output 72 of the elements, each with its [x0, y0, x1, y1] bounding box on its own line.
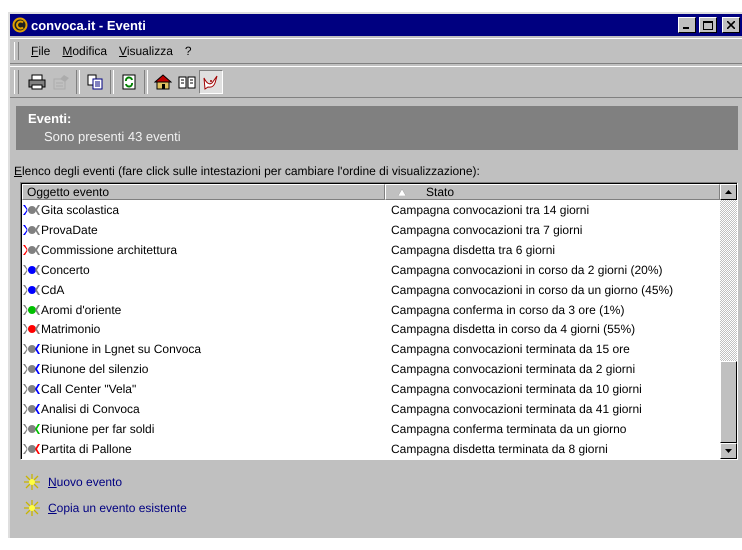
scroll-up-button[interactable]	[720, 184, 737, 200]
menu-item[interactable]: Modifica	[56, 44, 114, 58]
event-name[interactable]: ProvaDate	[41, 222, 98, 237]
event-name[interactable]: CdA	[41, 282, 64, 297]
status-marker-icon	[23, 244, 41, 255]
action-link[interactable]: Copia un evento esistente	[48, 501, 187, 515]
event-name[interactable]: Commissione architettura	[41, 242, 178, 257]
event-name[interactable]: Aromi d'oriente	[41, 302, 122, 317]
column-header[interactable]: Stato	[385, 184, 720, 200]
toolbar-button[interactable]	[199, 70, 223, 94]
event-status: Campagna disdetta tra 6 giorni	[390, 242, 556, 257]
event-status: Campagna disdetta in corso da 4 giorni (55%)	[390, 322, 636, 336]
event-name[interactable]: Partita di Pallone	[41, 442, 132, 456]
status-marker-icon	[23, 304, 41, 315]
event-status: Campagna conferma in corso da 3 ore (1%)	[390, 302, 626, 317]
status-marker-icon	[23, 224, 41, 235]
menu-item[interactable]: File	[25, 44, 56, 58]
event-status: Campagna convocazioni tra 7 giorni	[390, 222, 584, 237]
event-name[interactable]: Riunione per far soldi	[41, 422, 154, 436]
menu-item[interactable]: Visualizza	[113, 44, 179, 58]
event-status: Campagna convocazioni terminata da 15 ore	[390, 342, 631, 356]
menu-item[interactable]: ?	[178, 44, 198, 58]
scroll-thumb[interactable]	[720, 361, 737, 443]
scroll-down-button[interactable]	[720, 443, 737, 459]
status-marker-icon	[23, 324, 41, 334]
status-marker-icon	[23, 284, 41, 295]
event-status: Campagna convocazioni terminata da 2 giorni	[390, 362, 636, 376]
event-name[interactable]: Riunone del silenzio	[41, 362, 148, 376]
event-name[interactable]: Gita scolastica	[41, 202, 120, 217]
event-name[interactable]: Concerto	[41, 262, 90, 277]
event-status: Campagna convocazioni terminata da 41 giorni	[390, 402, 643, 416]
house-icon	[154, 74, 172, 90]
action-link[interactable]: Nuovo evento	[48, 475, 122, 489]
status-marker-icon	[23, 384, 41, 394]
app-logo-icon	[12, 17, 28, 33]
header-title: Eventi:	[28, 111, 72, 126]
sort-arrow-icon	[398, 188, 406, 196]
close-button[interactable]	[722, 17, 740, 33]
sparkle-icon	[24, 500, 40, 516]
maximize-button[interactable]	[699, 17, 717, 33]
status-marker-icon	[23, 364, 41, 374]
event-status: Campagna disdetta terminata da 8 giorni	[390, 442, 609, 456]
event-status: Campagna conferma terminata da un giorno	[390, 422, 628, 436]
event-status: Campagna convocazioni in corso da un giorno (45%)	[390, 282, 674, 297]
status-marker-icon	[23, 204, 41, 215]
status-marker-icon	[23, 424, 41, 434]
book-icon	[178, 74, 196, 90]
refresh-icon	[121, 74, 137, 90]
event-name[interactable]: Matrimonio	[41, 322, 100, 336]
column-header[interactable]: Oggetto evento	[22, 184, 385, 200]
event-status: Campagna convocazioni terminata da 10 giorni	[390, 382, 643, 396]
event-name[interactable]: Call Center "Vela"	[41, 382, 136, 396]
status-marker-icon	[23, 264, 41, 275]
copy-icon	[87, 74, 103, 90]
printer-icon	[28, 74, 46, 90]
window-title: convoca.it - Eventi	[31, 18, 147, 32]
status-marker-icon	[23, 444, 41, 454]
header-subtitle: Sono presenti 43 eventi	[43, 129, 182, 144]
minimize-button[interactable]	[678, 17, 696, 33]
list-label: Elenco degli eventi (fare click sulle intestazioni per cambiare l'ordine di visualizzazione):	[14, 164, 481, 178]
close-icon	[727, 21, 735, 29]
up-arrow-icon	[725, 190, 732, 194]
event-name[interactable]: Analisi di Convoca	[41, 402, 140, 416]
event-status: Campagna convocazioni in corso da 2 giorni (20%)	[390, 262, 664, 277]
down-arrow-icon	[725, 449, 732, 453]
maximize-icon	[703, 20, 713, 30]
event-name[interactable]: Riunione in Lgnet su Convoca	[41, 342, 202, 356]
event-status: Campagna convocazioni tra 14 giorni	[390, 202, 590, 217]
sparkle-icon	[24, 474, 40, 490]
scrollbar[interactable]	[720, 183, 737, 459]
status-marker-icon	[23, 404, 41, 414]
status-marker-icon	[23, 344, 41, 354]
